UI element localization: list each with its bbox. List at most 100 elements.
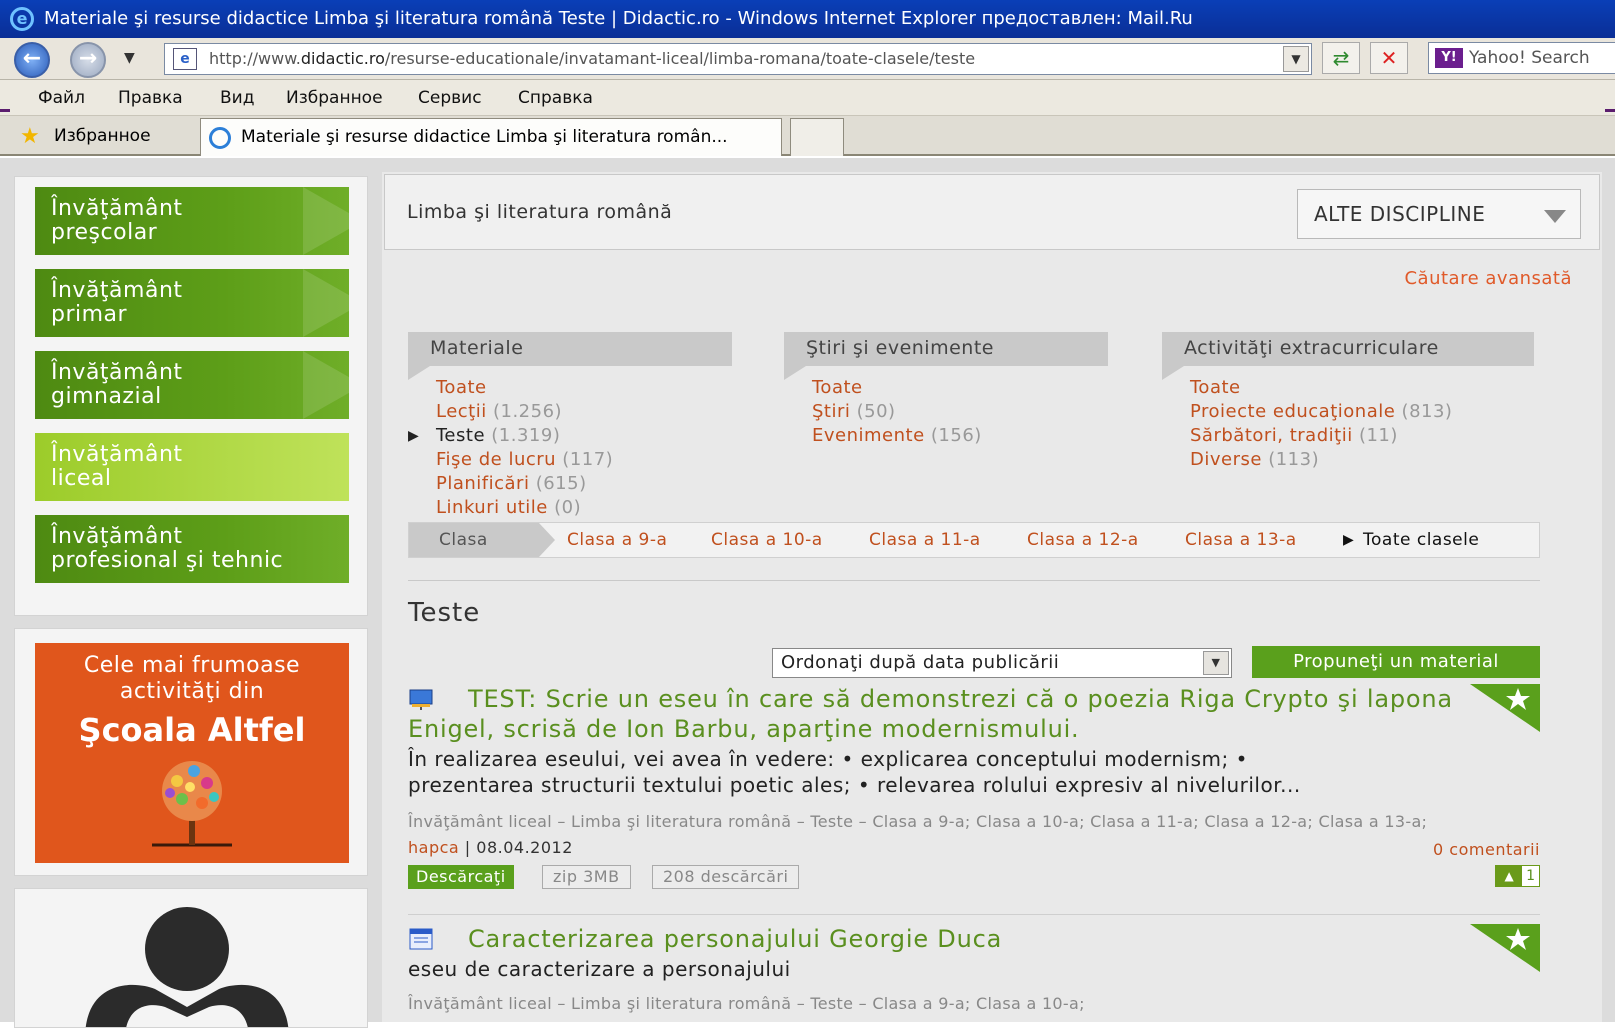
menu-file[interactable]: Файл (38, 80, 85, 116)
history-dropdown-icon[interactable]: ▼ (124, 50, 135, 66)
menu-help[interactable]: Справка (518, 80, 593, 116)
featured-star-icon (1470, 924, 1540, 972)
discipline-header: Limba şi literatura română ALTE DISCIPLI… (384, 174, 1600, 250)
item-category-path: Învăţământ liceal – Limba şi literatura … (408, 812, 1428, 831)
link-linkuri-utile[interactable]: Linkuri utile (0) (436, 496, 613, 520)
search-text: Yahoo! Search (1469, 48, 1590, 68)
selected-arrow-icon: ▶ (1343, 532, 1355, 548)
featured-star-icon (1470, 684, 1540, 732)
tab-ie-icon (209, 127, 231, 149)
author-link[interactable]: hapca (408, 838, 459, 857)
forward-button[interactable]: → (70, 42, 106, 78)
activitati-heading: Activităţi extracurriculare (1162, 332, 1534, 380)
link-lectii[interactable]: Lecţii (1.256) (436, 400, 613, 424)
new-tab-button[interactable] (790, 118, 844, 156)
address-field[interactable]: e http://www.didactic.ro/resurse-educati… (164, 43, 1312, 75)
ad-box: Cele mai frumoase activităţi din Şcoala … (14, 628, 368, 876)
section-title: Teste (408, 598, 481, 628)
user-avatar-box (14, 888, 368, 1028)
chevron-down-icon (1544, 210, 1566, 223)
link-evenimente[interactable]: Evenimente (156) (812, 424, 982, 448)
sort-value: Ordonaţi după data publicării (781, 652, 1060, 673)
class-11[interactable]: Clasa a 11-a (869, 523, 981, 557)
favorites-label[interactable]: Избранное (54, 116, 151, 156)
url-prefix: http://www. (209, 49, 301, 68)
menu-favorites[interactable]: Избранное (286, 80, 383, 116)
ie-logo-icon: e (10, 7, 34, 31)
nav-prescolar[interactable]: Învăţământ preşcolar (35, 187, 349, 255)
item-desc-line1: În realizarea eseului, vei avea în veder… (408, 747, 1248, 771)
refresh-icon[interactable]: ⇄ (1322, 42, 1360, 74)
purple-accent-right (1605, 109, 1615, 112)
ad-line3: Şcoala Altfel (78, 711, 306, 749)
like-count: 1 (1526, 868, 1535, 884)
link-fise-de-lucru[interactable]: Fişe de lucru (117) (436, 448, 613, 472)
menu-bar: Файл Правка Вид Избранное Сервис Справка (0, 80, 1615, 116)
other-disciplines-dropdown[interactable]: ALTE DISCIPLINE (1297, 189, 1581, 239)
link-sarbatori-traditii[interactable]: Sărbători, tradiţii (11) (1190, 424, 1452, 448)
stiri-heading: Ştiri şi evenimente (784, 332, 1108, 380)
url-path: /resurse-educationale/invatamant-liceal/… (384, 49, 976, 68)
nav-liceal[interactable]: Învăţământ liceal (35, 433, 349, 501)
menu-view[interactable]: Вид (220, 80, 254, 116)
nav-gimnazial[interactable]: Învăţământ gimnazial (35, 351, 349, 419)
class-filter-label: Clasa (409, 523, 555, 557)
divider (408, 580, 1540, 581)
colorful-tree-icon (152, 761, 232, 847)
link-stiri-toate[interactable]: Toate (812, 376, 982, 400)
discipline-title: Limba şi literatura română (407, 201, 673, 223)
ad-line2: activităţi din (119, 679, 265, 704)
nav-primar[interactable]: Învăţământ primar (35, 269, 349, 337)
menu-edit[interactable]: Правка (118, 80, 183, 116)
link-planificari[interactable]: Planificări (615) (436, 472, 613, 496)
sort-select[interactable]: Ordonaţi după data publicării ▼ (772, 648, 1232, 678)
education-level-nav: Învăţământ preşcolar Învăţământ primar Înv… (14, 176, 368, 616)
link-stiri[interactable]: Ştiri (50) (812, 400, 982, 424)
stop-icon[interactable]: ✕ (1370, 42, 1408, 74)
item-desc-line2: prezentarea structurii textului poetic a… (408, 773, 1301, 797)
back-button[interactable]: ← (14, 42, 50, 78)
materiale-heading-label: Materiale (430, 337, 524, 359)
menu-tools[interactable]: Сервис (418, 80, 482, 116)
item-title[interactable]: Caracterizarea personajului Georgie Duca (408, 924, 1540, 954)
item-title[interactable]: TEST: Scrie un eseu în care să demonstre… (408, 684, 1540, 744)
window-title: Materiale şi resurse didactice Limba şi … (44, 8, 1193, 29)
user-avatar-icon (85, 907, 289, 1027)
nav-profesional[interactable]: Învăţământ profesional şi tehnic (35, 515, 349, 583)
tab-title: Materiale şi resurse didactice Limba şi … (241, 127, 728, 147)
list-item: Caracterizarea personajului Georgie Duca… (408, 924, 1540, 1014)
class-all-selected[interactable]: Toate clasele (1363, 523, 1479, 557)
item-category-path: Învăţământ liceal – Limba şi literatura … (408, 994, 1085, 1013)
download-count-badge: 208 descărcări (652, 865, 800, 889)
item-separator (408, 914, 1540, 915)
favorites-star-icon[interactable]: ★ (20, 124, 40, 149)
download-button[interactable]: Descărcaţi (408, 865, 514, 889)
address-dropdown-icon[interactable]: ▼ (1283, 46, 1309, 72)
item-date: | 08.04.2012 (459, 838, 573, 857)
comments-link[interactable]: 0 comentarii (1433, 840, 1540, 859)
link-diverse[interactable]: Diverse (113) (1190, 448, 1452, 472)
nav-label: Învăţământ (51, 524, 183, 549)
materiale-heading: Materiale (408, 332, 732, 380)
favorites-bar: ★ Избранное Materiale şi resurse didacti… (0, 116, 1615, 156)
class-9[interactable]: Clasa a 9-a (567, 523, 667, 557)
search-field[interactable]: Y! Yahoo! Search (1428, 42, 1615, 74)
class-13[interactable]: Clasa a 13-a (1185, 523, 1297, 557)
propose-material-button[interactable]: Propuneţi un material (1252, 646, 1540, 678)
activitati-heading-label: Activităţi extracurriculare (1184, 337, 1439, 359)
nav-label: liceal (51, 466, 112, 491)
browser-tab[interactable]: Materiale şi resurse didactice Limba şi … (200, 118, 782, 156)
scoala-altfel-banner[interactable]: Cele mai frumoase activităţi din Şcoala … (35, 643, 349, 863)
link-activitati-toate[interactable]: Toate (1190, 376, 1452, 400)
link-proiecte-educationale[interactable]: Proiecte educaţionale (813) (1190, 400, 1452, 424)
link-materiale-toate[interactable]: Toate (436, 376, 613, 400)
link-teste-selected[interactable]: ▶ Teste (1.319) (408, 424, 613, 448)
nav-label: profesional şi tehnic (51, 548, 284, 573)
selected-arrow-icon: ▶ (408, 428, 420, 444)
advanced-search-link[interactable]: Căutare avansată (1404, 268, 1572, 289)
page-content: Învăţământ preşcolar Învăţământ primar Înv… (0, 158, 1615, 1028)
like-button[interactable]: ▲ 1 (1495, 865, 1540, 887)
other-disciplines-label: ALTE DISCIPLINE (1314, 202, 1486, 226)
class-12[interactable]: Clasa a 12-a (1027, 523, 1139, 557)
class-10[interactable]: Clasa a 10-a (711, 523, 823, 557)
